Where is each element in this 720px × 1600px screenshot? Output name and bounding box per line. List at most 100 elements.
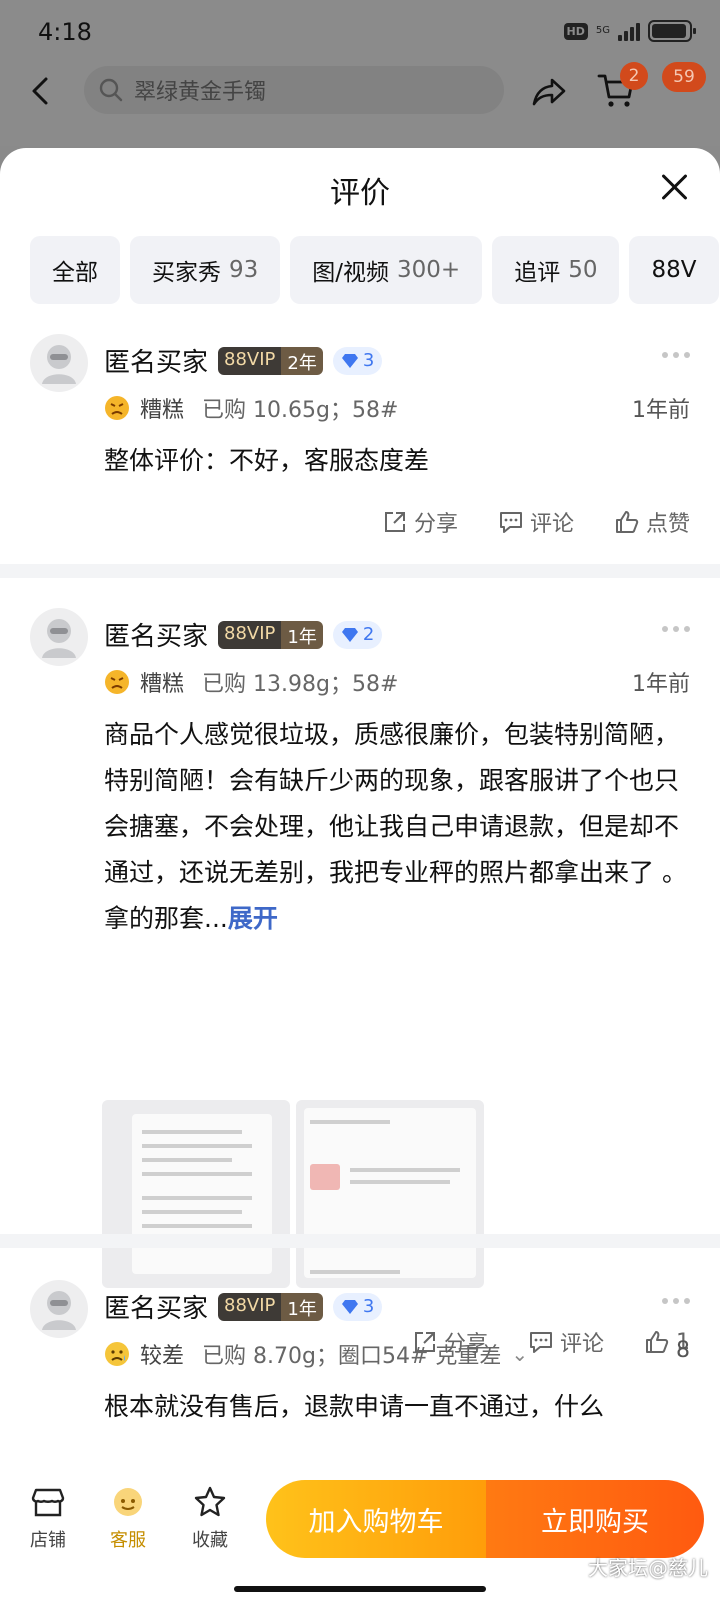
close-icon[interactable] (660, 172, 690, 202)
avatar (30, 334, 88, 392)
user-name: 匿名买家 (104, 1294, 209, 1324)
share-button[interactable]: 分享 (382, 506, 458, 538)
buy-now-button[interactable]: 立即购买 (486, 1480, 704, 1558)
message-count-badge[interactable]: 59 (662, 62, 706, 92)
battery-icon (648, 20, 696, 42)
filter-chip-follow-up[interactable]: 追评 50 (492, 236, 620, 304)
review-time: 8 (676, 1338, 690, 1363)
diamond-icon (341, 353, 358, 368)
vip-badge: 88VIP 1年 (218, 620, 323, 649)
shop-icon (31, 1488, 65, 1517)
avatar (30, 608, 88, 666)
star-icon (194, 1486, 226, 1517)
review-time: 1年前 (632, 672, 690, 697)
review-body: 根本就没有售后，退款申请一直不通过，什么 (104, 1392, 605, 1421)
comment-label: 评论 (529, 512, 574, 537)
filter-chips: 全部 买家秀 93 图/视频 300+ 追评 50 88V (30, 236, 719, 304)
comment-button[interactable]: 评论 (528, 1326, 604, 1358)
status-icons: HD 5G (563, 20, 696, 42)
chip-label: 买家秀 (152, 260, 221, 286)
like-button[interactable]: 点赞 (614, 506, 690, 538)
chevron-down-icon[interactable]: ⌄ (511, 1342, 528, 1366)
chip-label: 追评 (514, 260, 561, 286)
comment-icon (499, 512, 522, 533)
chip-label: 全部 (52, 260, 98, 286)
expand-link[interactable]: 展开 (228, 904, 278, 933)
user-name: 匿名买家 (104, 348, 209, 378)
review-photos (102, 1100, 484, 1288)
more-icon[interactable] (662, 352, 690, 358)
review-photo[interactable] (296, 1100, 484, 1288)
search-input[interactable]: 翠绿黄金手镯 (84, 66, 504, 114)
level-badge: 3 (332, 1292, 383, 1321)
filter-chip-88vip[interactable]: 88V (629, 236, 719, 304)
review-photo[interactable] (102, 1100, 290, 1288)
vip-years: 1年 (281, 620, 323, 649)
search-query: 翠绿黄金手镯 (134, 80, 267, 105)
vip-label: 88VIP (218, 1292, 282, 1321)
diamond-icon (341, 1299, 358, 1314)
level-value: 3 (362, 1296, 375, 1317)
status-time: 4:18 (38, 18, 92, 46)
thumbs-up-icon (646, 1331, 669, 1353)
user-row: 匿名买家 88VIP 1年 3 (104, 1288, 383, 1325)
favorite-label: 收藏 (192, 1530, 228, 1551)
level-value: 2 (362, 624, 375, 645)
network-label: 5G (595, 25, 610, 36)
meta-row: 糟糕 已购 13.98g；58# (104, 666, 398, 698)
customer-service-icon (114, 1488, 142, 1516)
vip-label: 88VIP (218, 620, 282, 649)
level-badge: 3 (332, 346, 383, 375)
shop-tab[interactable]: 店铺 (18, 1484, 78, 1552)
meta-row: 糟糕 已购 10.65g；58# (104, 392, 398, 424)
add-to-cart-button[interactable]: 加入购物车 (266, 1480, 486, 1558)
share-icon[interactable] (530, 72, 568, 110)
section-divider (0, 564, 720, 578)
chip-count: 93 (229, 257, 259, 283)
review-time: 1年前 (632, 398, 690, 423)
search-icon (99, 78, 123, 102)
watermark: 大家坛@慈儿 (588, 1556, 708, 1580)
filter-chip-media[interactable]: 图/视频 300+ (290, 236, 483, 304)
home-indicator[interactable] (234, 1586, 486, 1592)
user-row: 匿名买家 88VIP 2年 3 (104, 342, 383, 379)
favorite-tab[interactable]: 收藏 (180, 1484, 240, 1552)
section-divider (0, 1234, 720, 1248)
chip-label: 图/视频 (312, 260, 390, 286)
rating-label: 糟糕 (140, 672, 185, 697)
more-icon[interactable] (662, 1298, 690, 1304)
top-nav-bar: 翠绿黄金手镯 2 59 (0, 62, 720, 146)
chip-label: 88V (651, 257, 697, 283)
review-body: 整体评价：不好，客服态度差 (104, 446, 430, 475)
chip-count: 50 (568, 257, 598, 283)
filter-chip-buyer-show[interactable]: 买家秀 93 (130, 236, 281, 304)
more-icon[interactable] (662, 626, 690, 632)
vip-badge: 88VIP 1年 (218, 1292, 323, 1321)
level-value: 3 (362, 350, 375, 371)
filter-chip-all[interactable]: 全部 (30, 236, 120, 304)
comment-icon (529, 1332, 552, 1353)
vip-years: 2年 (281, 346, 323, 375)
comment-button[interactable]: 评论 (498, 506, 574, 538)
share-label: 分享 (413, 512, 458, 537)
purchase-spec: 已购 8.70g；圈口54# 克重差 (202, 1344, 502, 1369)
comment-label: 评论 (559, 1332, 604, 1357)
review-actions: 分享 评论 点赞 (382, 506, 690, 538)
sheet-title: 评价 (330, 176, 390, 211)
customer-service-tab[interactable]: 客服 (98, 1484, 158, 1552)
chip-count: 300+ (397, 257, 461, 283)
reviews-sheet: 评价 全部 买家秀 93 图/视频 300+ 追评 50 88V 匿名买家 88… (0, 148, 720, 1468)
hd-icon: HD (563, 22, 588, 40)
diamond-icon (341, 627, 358, 642)
angry-face-icon (105, 396, 129, 420)
service-label: 客服 (110, 1530, 146, 1551)
purchase-spec: 已购 10.65g；58# (202, 398, 399, 423)
back-icon[interactable] (26, 76, 56, 106)
signal-icon (618, 21, 640, 41)
rating-label: 较差 (140, 1344, 185, 1369)
review-text: 商品个人感觉很垃圾，质感很廉价，包装特别简陋，特别简陋！会有缺斤少两的现象，跟客… (104, 720, 687, 933)
sad-face-icon (105, 1342, 129, 1366)
cart-count-badge: 2 (620, 62, 648, 90)
review-body: 商品个人感觉很垃圾，质感很廉价，包装特别简陋，特别简陋！会有缺斤少两的现象，跟客… (104, 712, 694, 942)
rating-label: 糟糕 (140, 398, 185, 423)
